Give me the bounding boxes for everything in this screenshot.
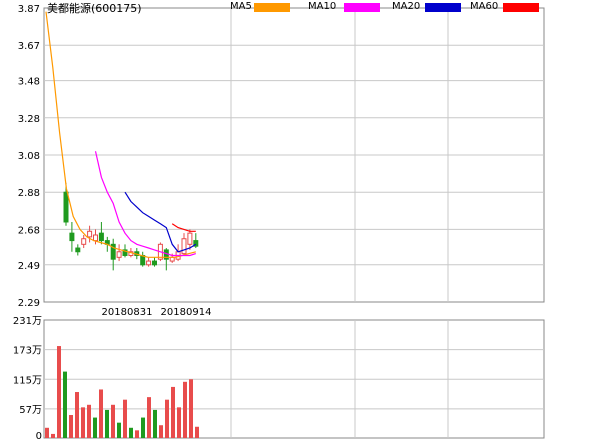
candle-body — [98, 232, 104, 242]
candle-body — [87, 230, 93, 238]
legend-label-ma10: MA10 — [308, 1, 337, 12]
volume-bar — [129, 427, 133, 438]
volume-bar — [123, 399, 127, 438]
volume-bar — [165, 399, 169, 438]
price-tick-label: 3.28 — [18, 114, 40, 125]
volume-bar — [93, 417, 97, 438]
candle-body — [152, 260, 157, 266]
volume-bar — [135, 430, 139, 438]
volume-bar — [141, 417, 145, 438]
volume-bar — [87, 404, 91, 438]
volume-bar — [147, 397, 151, 438]
candle-body — [187, 232, 193, 245]
volume-bar — [183, 381, 187, 438]
volume-bar — [105, 409, 109, 438]
price-tick-label: 3.08 — [18, 151, 40, 162]
volume-tick-label: 115万 — [13, 375, 42, 386]
candle-body — [116, 251, 122, 258]
date-label: 20180914 — [161, 307, 212, 318]
volume-bar — [195, 426, 199, 438]
price-tick-label: 3.67 — [18, 41, 40, 52]
candle-body — [181, 238, 187, 255]
volume-bar — [159, 425, 163, 438]
volume-tick-label: 0 — [36, 431, 42, 440]
candle-body — [81, 238, 87, 245]
volume-bar — [117, 422, 121, 438]
volume-bar — [51, 433, 55, 438]
candle-body — [93, 234, 98, 242]
volume-bar — [99, 389, 103, 438]
ma10-line — [94, 151, 196, 257]
legend-label-ma20: MA20 — [392, 1, 421, 12]
candle-body — [63, 191, 69, 223]
price-tick-label: 2.29 — [18, 298, 40, 309]
legend-label-ma5: MA5 — [230, 1, 252, 12]
volume-bar — [69, 415, 73, 438]
volume-bar — [75, 392, 79, 438]
price-tick-label: 3.87 — [18, 4, 40, 15]
volume-bar — [153, 409, 157, 438]
legend-swatch-ma5 — [254, 3, 290, 12]
legend-label-ma60: MA60 — [470, 1, 499, 12]
date-label: 20180831 — [102, 307, 153, 318]
ma60-line — [171, 223, 196, 232]
volume-bar — [57, 346, 61, 438]
price-tick-label: 2.68 — [18, 225, 40, 236]
price-tick-label: 3.48 — [18, 77, 40, 88]
volume-tick-label: 57万 — [19, 405, 42, 416]
candle-body — [69, 232, 75, 242]
legend-swatch-ma20 — [425, 3, 461, 12]
candle-body — [140, 254, 146, 266]
volume-tick-label: 231万 — [13, 316, 42, 327]
volume-bar — [177, 407, 181, 438]
volume-tick-label: 173万 — [13, 346, 42, 357]
candle-body — [75, 247, 81, 253]
price-tick-label: 2.49 — [18, 261, 40, 272]
volume-bar — [63, 371, 67, 438]
stock-chart: 3.87 3.67 3.48 3.28 3.08 2.88 2.68 2.49 2.29 231万… — [13, 4, 545, 440]
price-tick-label: 2.88 — [18, 188, 40, 199]
volume-bar — [81, 407, 85, 438]
volume-bar — [111, 404, 115, 438]
legend-swatch-ma10 — [344, 3, 380, 12]
volume-bar — [171, 386, 175, 438]
candle-body — [146, 260, 152, 266]
legend-swatch-ma60 — [503, 3, 539, 12]
chart-title: 美都能源(600175) — [47, 2, 142, 15]
volume-bar — [45, 427, 49, 438]
volume-bar — [189, 379, 193, 438]
